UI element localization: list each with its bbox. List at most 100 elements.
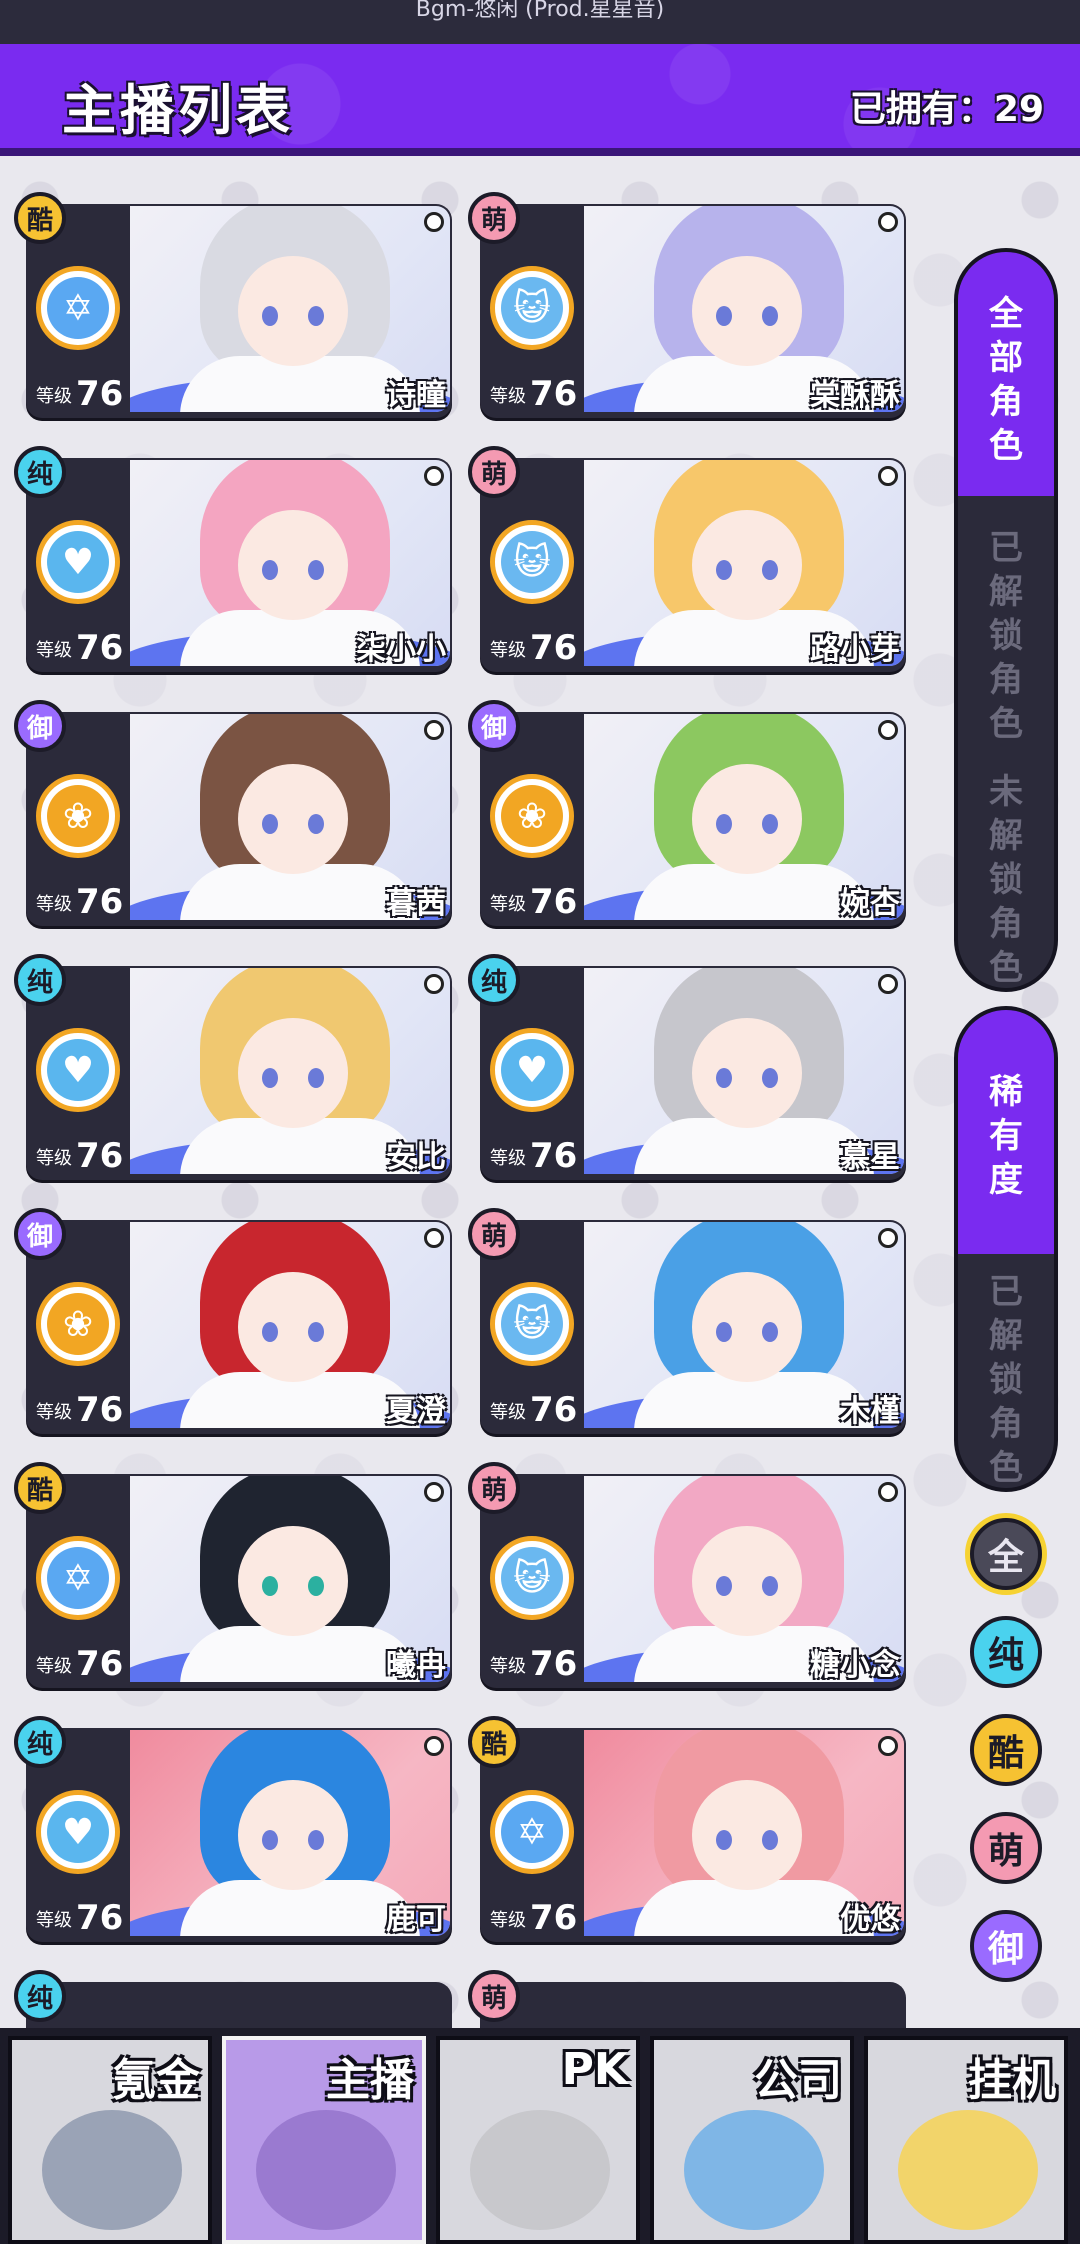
level-value: 76 (76, 1390, 124, 1430)
select-ring-icon (878, 1228, 898, 1248)
nav-label: 氪金 (112, 2055, 200, 2106)
nav-streamer[interactable]: 主播 (222, 2036, 426, 2244)
character-name: 糖小念 (810, 1648, 900, 1683)
level-label: 等级 (36, 1148, 72, 1169)
character-name: 曦冉 (386, 1648, 446, 1683)
type-badge: 萌 (468, 1462, 520, 1514)
type-royal-button[interactable]: 御 (970, 1910, 1042, 1982)
bottom-nav: 氪金 主播 PK 公司 挂机 (0, 2028, 1080, 2244)
nav-label: PK (561, 2044, 628, 2095)
filter-rarity[interactable]: 稀有度 (958, 1010, 1054, 1254)
nav-label: 公司 (754, 2055, 842, 2106)
level-value: 76 (76, 882, 124, 922)
type-badge: 萌 (468, 1208, 520, 1260)
filter-rarity-unlocked[interactable]: 已解锁角色 (958, 1254, 1054, 1488)
streamer-card[interactable]: 萌 😺 等级 76 棠酥酥 (468, 192, 906, 418)
type-badge: 酷 (14, 192, 66, 244)
level-label: 等级 (490, 894, 526, 915)
nav-label: 主播 (326, 2055, 414, 2106)
streamer-card[interactable]: 御 ❀ 等级 76 婉杏 (468, 700, 906, 926)
streamer-card[interactable]: 御 ❀ 等级 76 暮茜 (14, 700, 452, 926)
type-badge: 萌 (468, 192, 520, 244)
nav-idle[interactable]: 挂机 (864, 2036, 1068, 2244)
rose-icon: ❀ (36, 1282, 120, 1366)
select-ring-icon (424, 1482, 444, 1502)
streamer-card[interactable]: 酷 ✡ 等级 76 诗瞳 (14, 192, 452, 418)
filter-locked[interactable]: 未解锁角色 (958, 740, 1054, 988)
level-label: 等级 (36, 1910, 72, 1931)
streamer-card[interactable]: 纯 ♥ 等级 76 安比 (14, 954, 452, 1180)
character-name: 路小芽 (810, 632, 900, 667)
type-badge: 御 (468, 700, 520, 752)
character-name: 慕星 (840, 1140, 900, 1175)
heart-icon: ♥ (36, 520, 120, 604)
nav-illustration (42, 2110, 182, 2230)
select-ring-icon (424, 466, 444, 486)
streamer-card[interactable]: 纯 ♥ 等级 76 柒小小 (14, 446, 452, 672)
level-value: 76 (76, 628, 124, 668)
level-label: 等级 (36, 894, 72, 915)
type-badge: 纯 (14, 954, 66, 1006)
rose-icon: ❀ (36, 774, 120, 858)
select-ring-icon (878, 1482, 898, 1502)
level-label: 等级 (36, 1656, 72, 1677)
select-ring-icon (424, 720, 444, 740)
filter-all-characters[interactable]: 全部角色 (958, 252, 1054, 496)
nav-label: 挂机 (968, 2055, 1056, 2106)
level-value: 76 (530, 1390, 578, 1430)
level-label: 等级 (490, 1910, 526, 1931)
select-ring-icon (878, 212, 898, 232)
character-name: 诗瞳 (386, 378, 446, 413)
filter-unlocked[interactable]: 已解锁角色 (958, 496, 1054, 744)
type-cute-button[interactable]: 萌 (970, 1812, 1042, 1884)
streamer-card[interactable]: 纯 ♥ 等级 76 慕星 (468, 954, 906, 1180)
streamer-card[interactable]: 萌 😺 等级 76 木槿 (468, 1208, 906, 1434)
type-cool-button[interactable]: 酷 (970, 1714, 1042, 1786)
streamer-grid: 酷 ✡ 等级 76 诗瞳萌 😺 等级 76 棠酥酥纯 ♥ 等级 76 柒小小萌 😺 等级 76 路小芽御 ❀ 等级 7… (0, 0, 920, 2244)
ownership-filter: 全部角色 已解锁角色 未解锁角色 (954, 248, 1058, 992)
character-name: 婉杏 (840, 886, 900, 921)
level-value: 76 (530, 628, 578, 668)
select-ring-icon (424, 974, 444, 994)
type-badge: 纯 (468, 954, 520, 1006)
character-name: 优悠 (840, 1902, 900, 1937)
character-name: 棠酥酥 (810, 378, 900, 413)
streamer-card[interactable]: 萌 😺 等级 76 糖小念 (468, 1462, 906, 1688)
owned-value: 29 (993, 89, 1044, 130)
streamer-card[interactable]: 酷 ✡ 等级 76 优悠 (468, 1716, 906, 1942)
streamer-card[interactable]: 纯 ♥ 等级 76 鹿可 (14, 1716, 452, 1942)
type-pure-button[interactable]: 纯 (970, 1616, 1042, 1688)
type-badge: 纯 (14, 446, 66, 498)
character-name: 木槿 (840, 1394, 900, 1429)
type-badge: 萌 (468, 1970, 520, 2022)
streamer-card[interactable]: 酷 ✡ 等级 76 曦冉 (14, 1462, 452, 1688)
nav-pk[interactable]: PK (436, 2036, 640, 2244)
character-name: 安比 (386, 1140, 446, 1175)
nav-company[interactable]: 公司 (650, 2036, 854, 2244)
nav-illustration (256, 2110, 396, 2230)
level-value: 76 (530, 374, 578, 414)
level-value: 76 (76, 1898, 124, 1938)
level-value: 76 (76, 1136, 124, 1176)
level-label: 等级 (490, 1148, 526, 1169)
level-value: 76 (76, 374, 124, 414)
cat-icon: 😺 (490, 520, 574, 604)
select-ring-icon (424, 212, 444, 232)
character-name: 暮茜 (386, 886, 446, 921)
level-value: 76 (530, 1644, 578, 1684)
heart-icon: ♥ (36, 1028, 120, 1112)
select-ring-icon (878, 466, 898, 486)
streamer-card[interactable]: 御 ❀ 等级 76 夏澄 (14, 1208, 452, 1434)
nav-recharge[interactable]: 氪金 (8, 2036, 212, 2244)
level-value: 76 (530, 1898, 578, 1938)
type-all-button[interactable]: 全 (970, 1518, 1042, 1590)
character-name: 夏澄 (386, 1394, 446, 1429)
streamer-card[interactable]: 萌 😺 等级 76 路小芽 (468, 446, 906, 672)
select-ring-icon (424, 1228, 444, 1248)
rarity-filter: 稀有度 已解锁角色 (954, 1006, 1058, 1492)
cat-icon: 😺 (490, 1536, 574, 1620)
type-badge: 御 (14, 700, 66, 752)
star-icon: ✡ (490, 1790, 574, 1874)
type-badge: 酷 (468, 1716, 520, 1768)
nav-illustration (898, 2110, 1038, 2230)
